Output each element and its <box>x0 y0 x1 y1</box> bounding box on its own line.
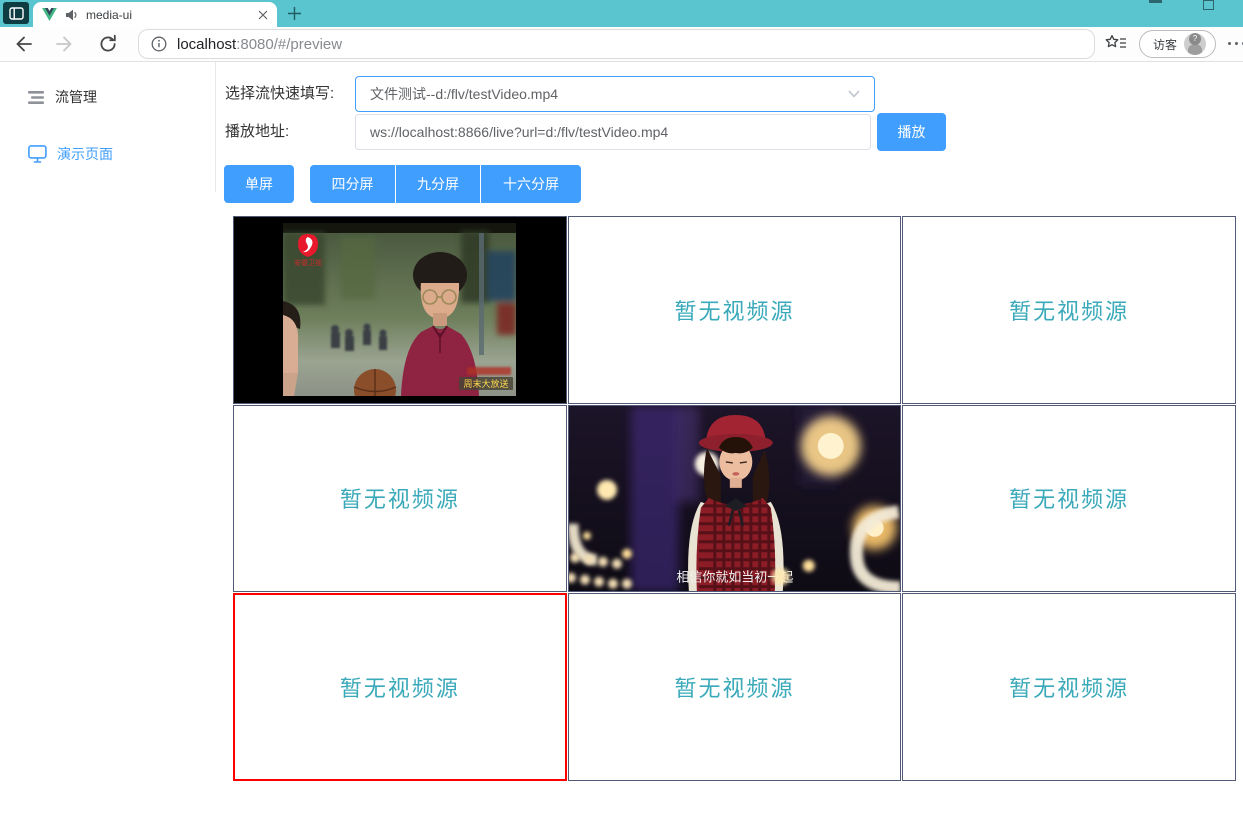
stream-list-icon <box>28 90 45 105</box>
browser-tab[interactable]: media-ui <box>33 2 277 27</box>
video-grid: 安徽卫视 周末大放送 暂无视频源 暂无视频源 暂无视频源 <box>233 216 1236 781</box>
browser-toolbar: localhost:8080/#/preview 访客 ? <box>0 27 1243 62</box>
sidebar-item-label: 流管理 <box>55 87 97 107</box>
address-bar[interactable]: localhost:8080/#/preview <box>138 29 1095 59</box>
sidebar: 流管理 演示页面 <box>0 62 216 192</box>
tv-logo-text: 安徽卫视 <box>294 258 322 267</box>
favorites-icon[interactable] <box>1105 34 1127 54</box>
sidebar-item-demo-page[interactable]: 演示页面 <box>28 144 113 164</box>
badge-text: 周末大放送 <box>464 378 509 389</box>
single-screen-button[interactable]: 单屏 <box>224 165 294 203</box>
site-info-icon[interactable] <box>151 36 167 52</box>
new-tab-icon[interactable] <box>287 6 302 21</box>
no-video-text: 暂无视频源 <box>1009 671 1129 703</box>
browser-tab-strip: media-ui <box>0 0 1243 27</box>
video-cell-6-empty[interactable]: 暂无视频源 <box>902 405 1236 593</box>
play-address-label: 播放地址: <box>225 114 289 150</box>
vue-favicon <box>42 8 57 21</box>
avatar: ? <box>1184 33 1206 55</box>
no-video-text: 暂无视频源 <box>674 294 794 326</box>
sidebar-item-label: 演示页面 <box>57 144 113 164</box>
sixteen-screen-button[interactable]: 十六分屏 <box>481 165 581 203</box>
tab-audio-icon[interactable] <box>65 9 78 21</box>
refresh-icon[interactable] <box>98 34 118 54</box>
video-cell-9-empty[interactable]: 暂无视频源 <box>902 593 1236 781</box>
video-cell-8-empty[interactable]: 暂无视频源 <box>568 593 902 781</box>
tv-drama-video-frame: 安徽卫视 周末大放送 <box>283 223 516 396</box>
video-cell-5-playing[interactable]: 相信你就如当初一起 <box>568 405 902 593</box>
profile-name: 访客 <box>1153 36 1177 53</box>
sidebar-item-stream-management[interactable]: 流管理 <box>28 87 97 107</box>
window-minimize-icon[interactable] <box>1149 0 1162 3</box>
video-cell-1-playing[interactable]: 安徽卫视 周末大放送 <box>233 216 567 404</box>
no-video-text: 暂无视频源 <box>674 671 794 703</box>
url-text: localhost:8080/#/preview <box>177 36 342 53</box>
tab-close-icon[interactable] <box>258 10 268 20</box>
video-cell-4-empty[interactable]: 暂无视频源 <box>233 405 567 593</box>
nine-screen-button[interactable]: 九分屏 <box>396 165 480 203</box>
no-video-text: 暂无视频源 <box>1009 482 1129 514</box>
subtitle: 相信你就如当初一起 <box>676 567 793 585</box>
no-video-text: 暂无视频源 <box>1009 294 1129 326</box>
back-icon[interactable] <box>13 34 33 54</box>
app-content: 流管理 演示页面 选择流快速填写: 文件测试--d:/flv/testVideo… <box>0 62 1243 815</box>
workspace-icon <box>9 7 24 20</box>
video-cell-2-empty[interactable]: 暂无视频源 <box>568 216 902 404</box>
browser-menu-icon[interactable] <box>1228 42 1243 45</box>
program-badge: 周末大放送 <box>459 367 513 390</box>
monitor-icon <box>28 145 47 163</box>
guest-question-icon: ? <box>1189 33 1201 45</box>
play-button[interactable]: 播放 <box>877 113 946 151</box>
browser-profile-button[interactable]: 访客 ? <box>1139 30 1216 58</box>
screen-layout-buttons: 单屏 四分屏 九分屏 十六分屏 <box>224 165 581 203</box>
play-address-input[interactable] <box>355 114 871 150</box>
chevron-down-icon <box>848 90 860 98</box>
url-host: localhost <box>177 36 236 53</box>
video-cell-7-selected[interactable]: 暂无视频源 <box>233 593 567 781</box>
no-video-text: 暂无视频源 <box>340 671 460 703</box>
url-path: :8080/#/preview <box>236 36 342 53</box>
window-maximize-icon[interactable] <box>1203 0 1214 10</box>
quad-screen-button[interactable]: 四分屏 <box>310 165 395 203</box>
stream-select-value: 文件测试--d:/flv/testVideo.mp4 <box>370 84 848 104</box>
forward-icon[interactable] <box>55 34 75 54</box>
music-video-frame: 相信你就如当初一起 <box>569 406 901 592</box>
tab-title: media-ui <box>86 8 250 22</box>
singer <box>688 415 784 592</box>
video-cell-3-empty[interactable]: 暂无视频源 <box>902 216 1236 404</box>
stream-select[interactable]: 文件测试--d:/flv/testVideo.mp4 <box>355 76 875 112</box>
select-stream-label: 选择流快速填写: <box>225 76 334 112</box>
no-video-text: 暂无视频源 <box>340 482 460 514</box>
browser-app-icon[interactable] <box>3 2 29 24</box>
